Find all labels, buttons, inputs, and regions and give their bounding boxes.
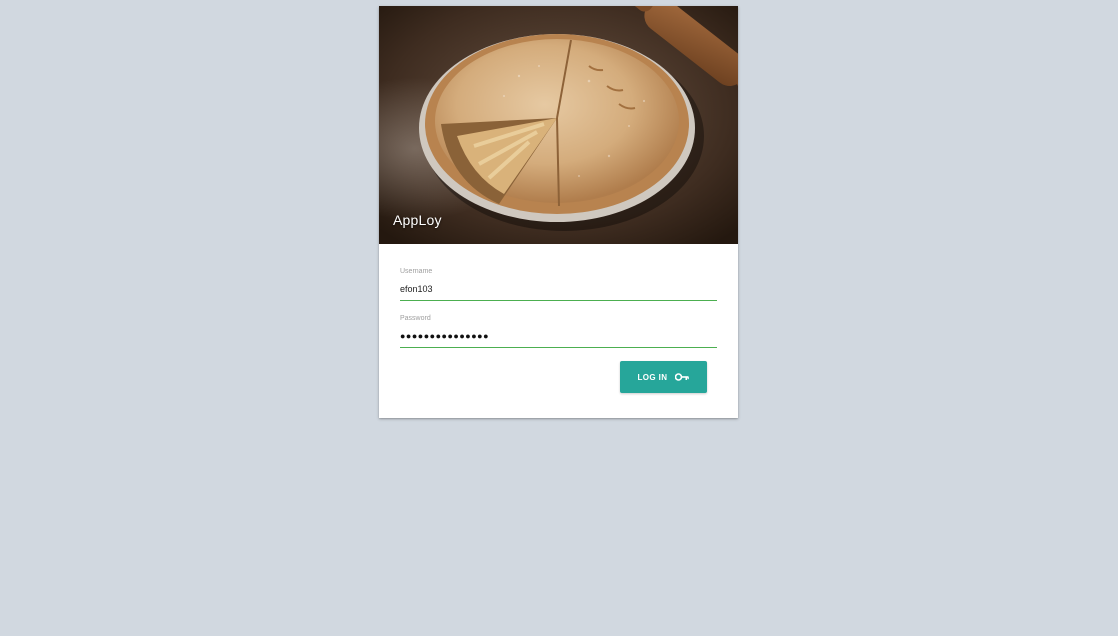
- username-label: Username: [400, 268, 433, 275]
- password-label: Password: [400, 315, 431, 322]
- password-underline: [400, 347, 717, 348]
- app-title: AppLoy: [393, 212, 442, 228]
- key-icon: [675, 373, 690, 381]
- username-field[interactable]: Username efon103: [400, 267, 717, 301]
- pie-illustration: [379, 6, 738, 244]
- login-button[interactable]: LOG IN: [620, 361, 707, 393]
- password-field[interactable]: Password ●●●●●●●●●●●●●●●: [400, 314, 717, 348]
- username-input[interactable]: efon103: [400, 281, 717, 297]
- login-card: AppLoy Username efon103 Password ●●●●●●●…: [379, 6, 738, 418]
- password-input[interactable]: ●●●●●●●●●●●●●●●: [400, 328, 717, 344]
- hero-image: AppLoy: [379, 6, 738, 244]
- login-button-label: LOG IN: [637, 372, 668, 382]
- username-underline: [400, 300, 717, 301]
